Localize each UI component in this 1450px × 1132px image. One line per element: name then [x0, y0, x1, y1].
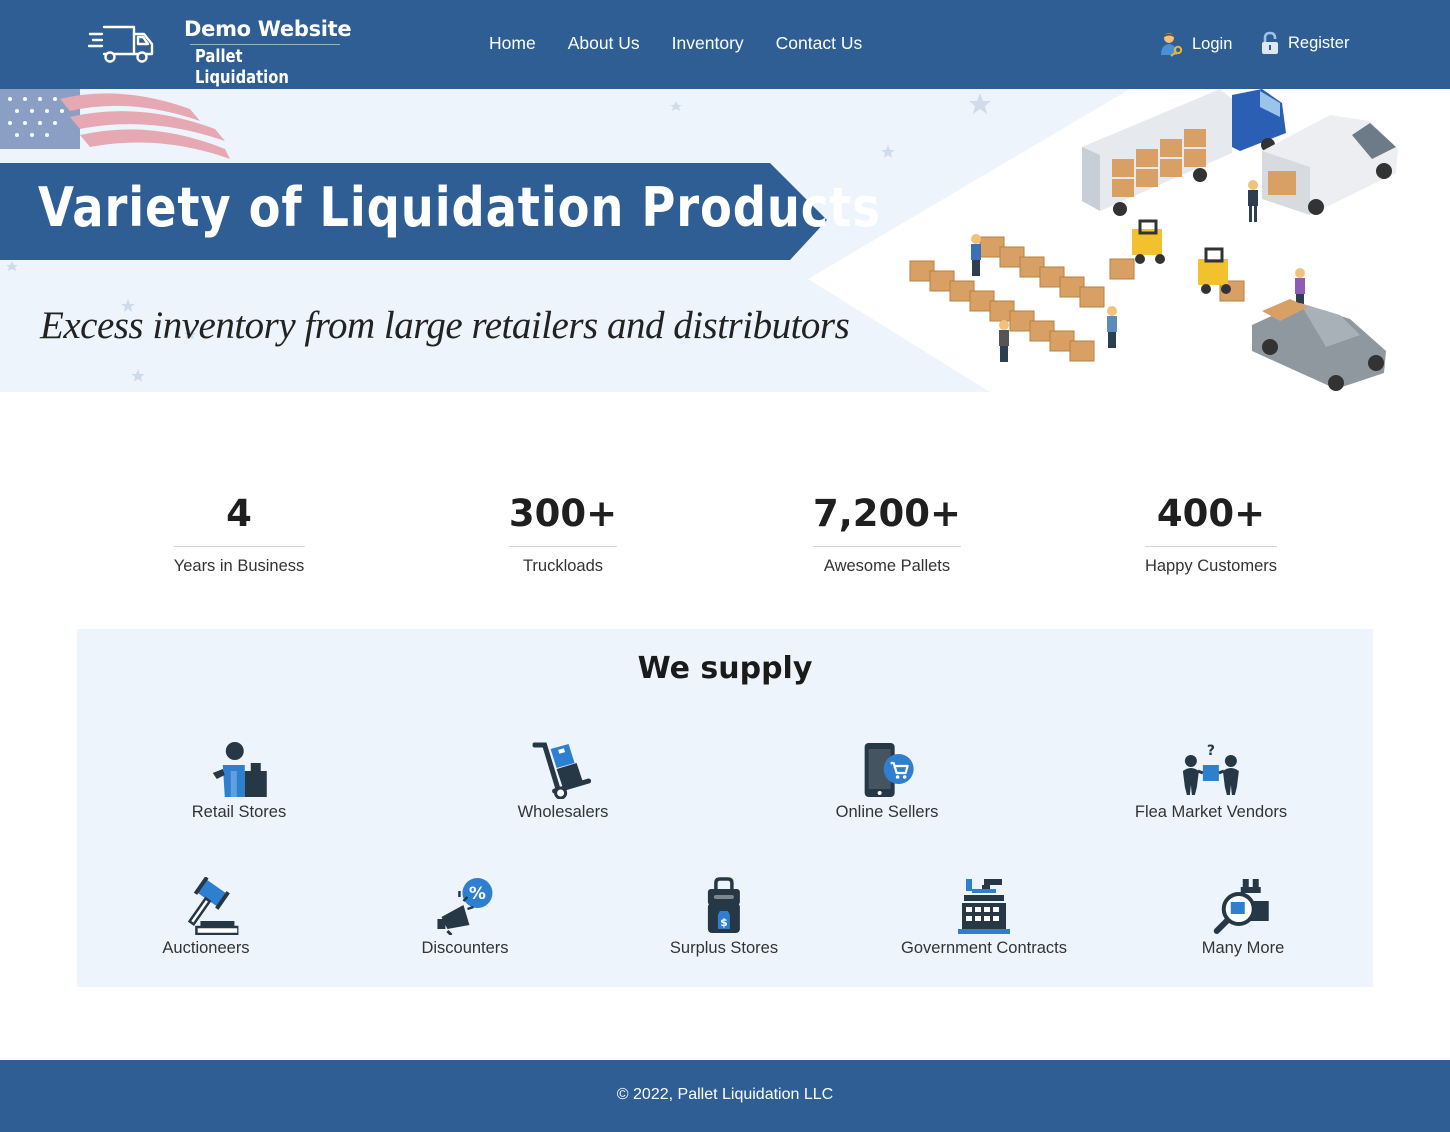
stats-section: 4 Years in Business 300+ Truckloads 7,20…	[0, 490, 1450, 590]
supply-item-wholesalers: Wholesalers	[517, 741, 609, 822]
site-footer: © 2022, Pallet Liquidation LLC	[0, 1060, 1450, 1132]
supply-item-retail-stores: Retail Stores	[192, 741, 286, 822]
shopping-bag-icon: $	[708, 877, 740, 933]
supply-item-label: Many More	[1201, 939, 1285, 957]
stat-label: Years in Business	[173, 557, 305, 576]
cashier-icon	[213, 742, 267, 797]
stat-label: Happy Customers	[1144, 557, 1278, 576]
supply-item-auctioneers: Auctioneers	[162, 877, 250, 958]
stat-years: 4 Years in Business	[173, 490, 305, 576]
stat-value: 400+	[1144, 490, 1278, 548]
padlock-icon	[1262, 31, 1278, 54]
supply-item-flea-market-vendors: ? Flea Market Vendors	[1135, 741, 1287, 822]
brand-subtitle: Pallet Liquidation	[195, 46, 289, 88]
svg-text:$: $	[720, 916, 728, 929]
nav-inventory[interactable]: Inventory	[672, 33, 744, 54]
login-label: Login	[1192, 34, 1233, 53]
stat-customers: 400+ Happy Customers	[1144, 490, 1278, 576]
brand-logo[interactable]: Demo Website Pallet Liquidation	[88, 14, 358, 88]
supply-item-label: Retail Stores	[191, 803, 287, 821]
site-header: Demo Website Pallet Liquidation Home Abo…	[0, 0, 1450, 89]
main-nav: Home About Us Inventory Contact Us	[489, 33, 862, 54]
user-key-icon	[1161, 33, 1183, 57]
people-exchange-icon: ?	[1183, 743, 1239, 795]
stat-label: Awesome Pallets	[823, 557, 951, 576]
stat-label: Truckloads	[522, 557, 604, 576]
mobile-cart-icon	[865, 743, 914, 797]
register-label: Register	[1288, 33, 1350, 52]
hand-truck-icon	[532, 742, 592, 799]
stat-value: 300+	[508, 490, 618, 548]
section-title: We supply	[637, 651, 813, 686]
supply-item-online-sellers: Online Sellers	[835, 741, 939, 822]
we-supply-section: We supply Retail Stores Wholesalers Onli…	[77, 629, 1373, 987]
hero-title: Variety of Liquidation Products	[38, 176, 881, 239]
brand-title: Demo Website	[184, 17, 352, 41]
supply-item-label: Flea Market Vendors	[1134, 803, 1288, 821]
hero-subtitle: Excess inventory from large retailers an…	[40, 304, 850, 347]
supply-item-surplus-stores: $ Surplus Stores	[670, 877, 778, 958]
supply-item-many-more: Many More	[1201, 877, 1285, 958]
svg-text:%: %	[468, 884, 485, 904]
svg-text:?: ?	[1207, 743, 1215, 759]
megaphone-percent-icon: %	[437, 878, 492, 935]
stat-value: 4	[173, 490, 305, 548]
nav-about-us[interactable]: About Us	[568, 33, 640, 54]
supply-item-label: Discounters	[421, 939, 509, 957]
flag-graphic	[0, 89, 230, 159]
government-building-icon	[957, 879, 1010, 934]
stat-value: 7,200+	[812, 490, 962, 548]
supply-item-discounters: % Discounters	[421, 877, 509, 958]
hero-banner: Variety of Liquidation Products Excess i…	[0, 89, 1450, 392]
supply-item-label: Auctioneers	[162, 939, 250, 957]
truck-icon	[88, 25, 154, 63]
supply-item-label: Online Sellers	[835, 803, 939, 821]
copyright-text: © 2022, Pallet Liquidation LLC	[616, 1086, 834, 1103]
gavel-icon	[187, 877, 238, 935]
supply-item-label: Surplus Stores	[669, 939, 779, 957]
nav-home[interactable]: Home	[489, 33, 536, 54]
supply-item-label: Wholesalers	[517, 803, 609, 821]
supply-item-government-contracts: Government Contracts	[901, 877, 1067, 958]
supply-item-label: Government Contracts	[901, 939, 1067, 957]
nav-contact-us[interactable]: Contact Us	[776, 33, 863, 54]
brand-divider	[190, 44, 340, 45]
register-link[interactable]: Register	[1260, 31, 1349, 55]
stat-pallets: 7,200+ Awesome Pallets	[812, 490, 962, 576]
login-link[interactable]: Login	[1160, 31, 1232, 57]
magnifier-box-icon	[1214, 879, 1269, 934]
stat-truckloads: 300+ Truckloads	[508, 490, 618, 576]
